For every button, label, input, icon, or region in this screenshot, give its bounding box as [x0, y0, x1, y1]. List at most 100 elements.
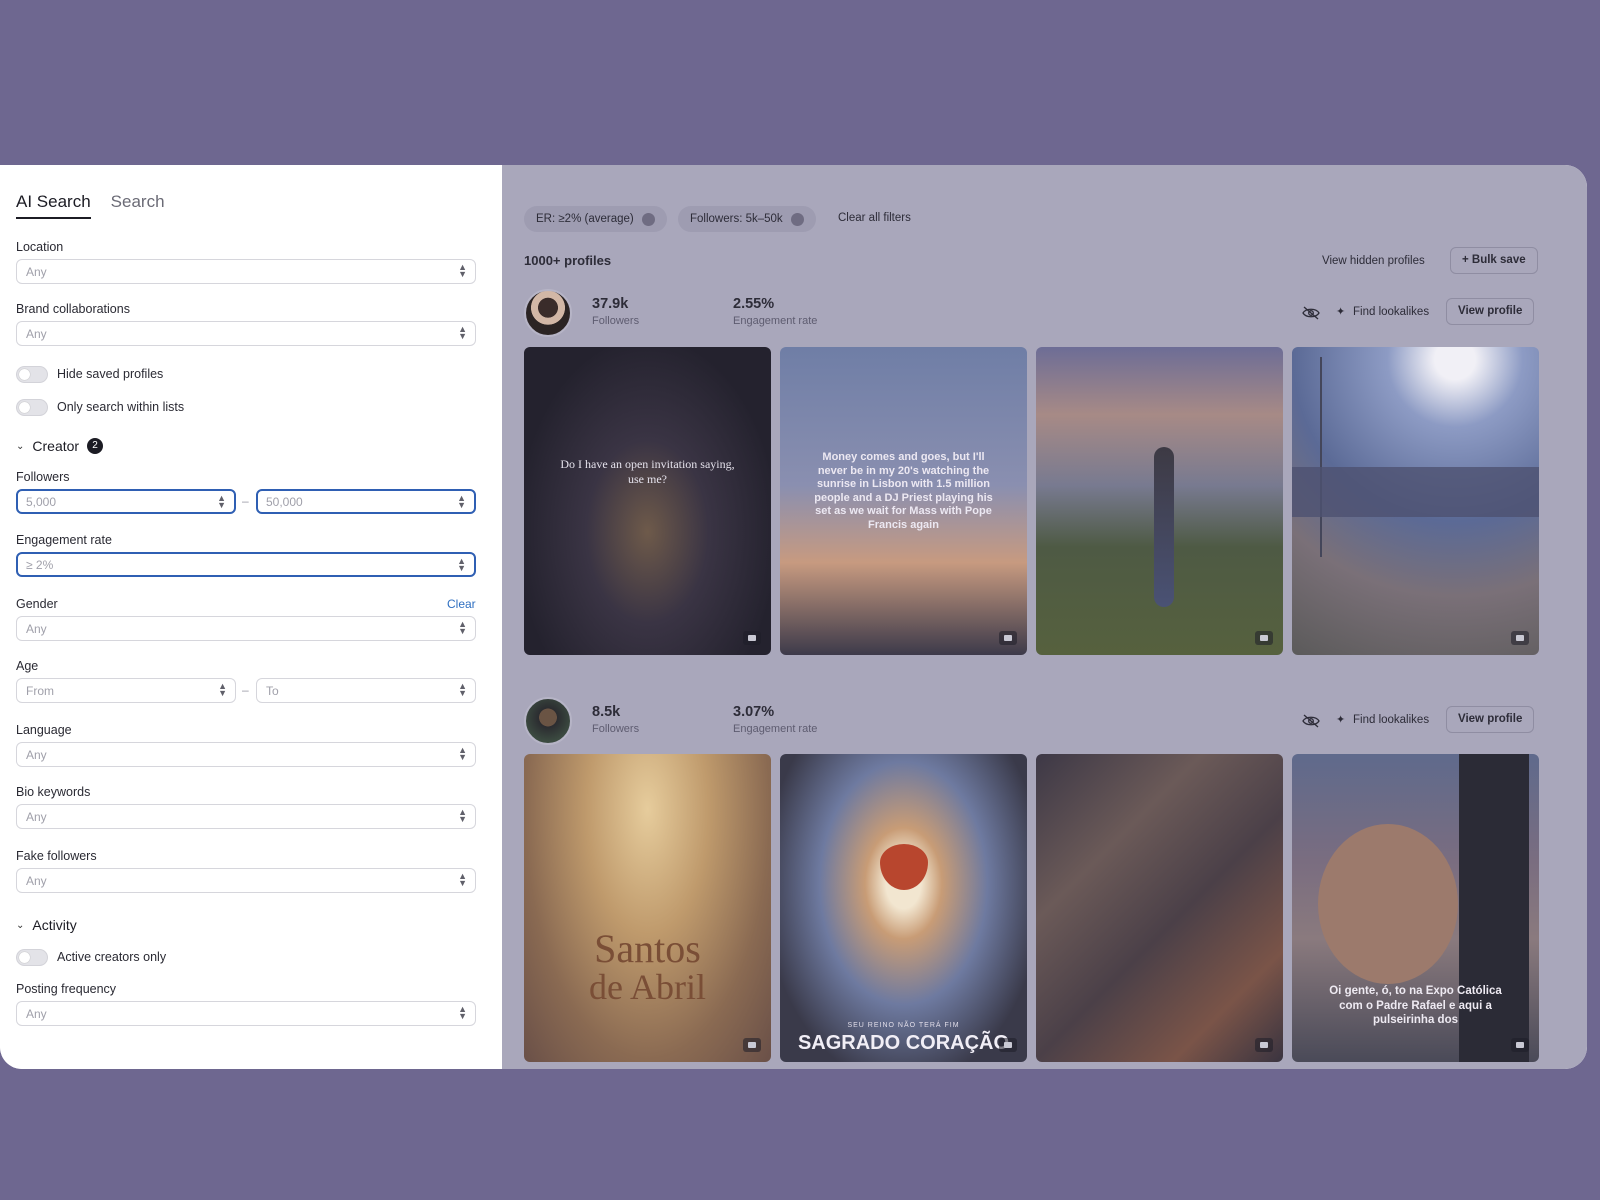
location-select[interactable]: Any ▲ ▼ — [16, 259, 476, 284]
sparkle-icon: ✦ — [1336, 714, 1346, 726]
gender-select[interactable]: Any ▲ ▼ — [16, 616, 476, 641]
avatar[interactable] — [524, 289, 572, 337]
engagement-value: 2.55% — [733, 296, 775, 312]
age-from-select[interactable]: From ▲ ▼ — [16, 678, 236, 703]
remove-chip-icon[interactable] — [790, 212, 804, 226]
creator-title: Creator — [32, 438, 80, 454]
creator-section-header[interactable]: ⌄ Creator 2 — [16, 438, 104, 454]
updown-icon: ▲ ▼ — [458, 807, 467, 824]
view-hidden-link[interactable]: View hidden profiles — [1322, 255, 1425, 267]
hide-profile-icon[interactable] — [1302, 306, 1320, 320]
building — [1292, 467, 1539, 517]
activity-section-header[interactable]: ⌄ Activity — [16, 917, 77, 933]
age-to-select[interactable]: To ▲ ▼ — [256, 678, 476, 703]
post-thumbnail[interactable]: Do I have an open invitation saying, use… — [524, 347, 771, 655]
language-label: Language — [16, 723, 72, 737]
location-label: Location — [16, 240, 64, 254]
updown-icon: ▲ ▼ — [457, 556, 466, 573]
engagement-select[interactable]: ≥ 2% ▲ ▼ — [16, 552, 476, 577]
profile-count: 1000+ profiles — [524, 253, 612, 268]
chip-label: Followers: 5k–50k — [690, 213, 783, 225]
post-caption: Money comes and goes, but I'll never be … — [814, 451, 993, 531]
video-icon — [999, 1038, 1017, 1052]
post-thumbnail[interactable]: Oi gente, ó, to na Expo Católica com o P… — [1292, 754, 1539, 1062]
flagpole — [1320, 357, 1322, 557]
updown-icon: ▲ ▼ — [458, 324, 467, 341]
updown-icon: ▲ ▼ — [458, 262, 467, 279]
engagement-label: Engagement rate — [733, 723, 818, 735]
post-thumbnail[interactable] — [1292, 347, 1539, 655]
filter-chip-er[interactable]: ER: ≥2% (average) — [524, 206, 667, 232]
bio-select[interactable]: Any ▲ ▼ — [16, 804, 476, 829]
posting-value: Any — [26, 1007, 47, 1021]
post-title-line: Santos — [594, 926, 701, 971]
fake-value: Any — [26, 874, 47, 888]
hide-saved-toggle[interactable] — [16, 366, 48, 383]
updown-icon: ▲ ▼ — [458, 745, 467, 762]
active-only-label: Active creators only — [57, 950, 167, 964]
view-profile-button[interactable]: View profile — [1446, 298, 1535, 325]
engagement-label: Engagement rate — [733, 315, 818, 327]
tab-search[interactable]: Search — [111, 192, 165, 219]
followers-label: Followers — [16, 470, 70, 484]
followers-value: 8.5k — [592, 704, 621, 720]
range-dash: – — [242, 683, 249, 697]
remove-chip-icon[interactable] — [641, 212, 655, 226]
brand-select[interactable]: Any ▲ ▼ — [16, 321, 476, 346]
post-thumbnail[interactable]: Money comes and goes, but I'll never be … — [780, 347, 1027, 655]
find-lookalikes-button[interactable]: Find lookalikes — [1353, 714, 1429, 726]
language-select[interactable]: Any ▲ ▼ — [16, 742, 476, 767]
chevron-down-icon: ⌄ — [16, 919, 25, 931]
followers-label: Followers — [592, 315, 640, 327]
video-icon — [1255, 1038, 1273, 1052]
post-title: SAGRADO CORAÇÃO — [797, 1032, 1010, 1054]
engagement-value: ≥ 2% — [26, 558, 54, 572]
results-panel: ER: ≥2% (average) Followers: 5k–50k Clea… — [502, 165, 1587, 1069]
chevron-down-icon: ⌄ — [16, 440, 25, 452]
post-thumbnail[interactable] — [1036, 347, 1283, 655]
only-lists-label: Only search within lists — [57, 400, 185, 414]
post-thumbnail[interactable]: Santos de Abril — [524, 754, 771, 1062]
updown-icon: ▲ ▼ — [218, 681, 227, 698]
engagement-value: 3.07% — [733, 704, 775, 720]
filter-chip-followers[interactable]: Followers: 5k–50k — [678, 206, 816, 232]
video-icon — [1511, 631, 1529, 645]
clear-all-filters-link[interactable]: Clear all filters — [838, 212, 911, 224]
tab-ai-search[interactable]: AI Search — [16, 192, 91, 219]
post-caption: Oi gente, ó, to na Expo Católica com o P… — [1329, 985, 1502, 1026]
bio-value: Any — [26, 810, 47, 824]
updown-icon: ▲ ▼ — [458, 681, 467, 698]
post-thumbnail[interactable] — [1036, 754, 1283, 1062]
app-window: AI Search Search Location Any ▲ ▼ Brand co… — [0, 165, 1587, 1069]
followers-from-value: 5,000 — [26, 495, 57, 509]
creator-count-badge: 2 — [87, 438, 104, 454]
activity-title: Activity — [32, 917, 77, 933]
followers-label: Followers — [592, 723, 640, 735]
engagement-label: Engagement rate — [16, 533, 112, 547]
video-icon — [1255, 631, 1273, 645]
filter-sidebar: AI Search Search Location Any ▲ ▼ Brand co… — [0, 165, 502, 1069]
bulk-save-button[interactable]: + Bulk save — [1450, 247, 1538, 274]
post-title: Santos de Abril — [524, 926, 771, 1007]
fake-select[interactable]: Any ▲ ▼ — [16, 868, 476, 893]
hide-saved-label: Hide saved profiles — [57, 367, 164, 381]
age-from-value: From — [26, 684, 54, 698]
heart-shape — [880, 844, 928, 890]
updown-icon: ▲ ▼ — [458, 1004, 467, 1021]
find-lookalikes-button[interactable]: Find lookalikes — [1353, 306, 1429, 318]
post-thumbnail[interactable]: SEU REINO NÃO TERÁ FIM SAGRADO CORAÇÃO — [780, 754, 1027, 1062]
updown-icon: ▲ ▼ — [458, 871, 467, 888]
avatar[interactable] — [524, 697, 572, 745]
view-profile-button[interactable]: View profile — [1446, 706, 1535, 733]
posting-select[interactable]: Any ▲ ▼ — [16, 1001, 476, 1026]
language-value: Any — [26, 748, 47, 762]
followers-value: 37.9k — [592, 296, 629, 312]
gender-clear-link[interactable]: Clear — [447, 597, 476, 611]
followers-to-input[interactable]: 50,000 ▲ ▼ — [256, 489, 476, 514]
hide-profile-icon[interactable] — [1302, 714, 1320, 728]
followers-from-input[interactable]: 5,000 ▲ ▼ — [16, 489, 236, 514]
only-lists-toggle[interactable] — [16, 399, 48, 416]
range-dash: – — [242, 494, 249, 508]
active-only-toggle[interactable] — [16, 949, 48, 966]
location-value: Any — [26, 265, 47, 279]
